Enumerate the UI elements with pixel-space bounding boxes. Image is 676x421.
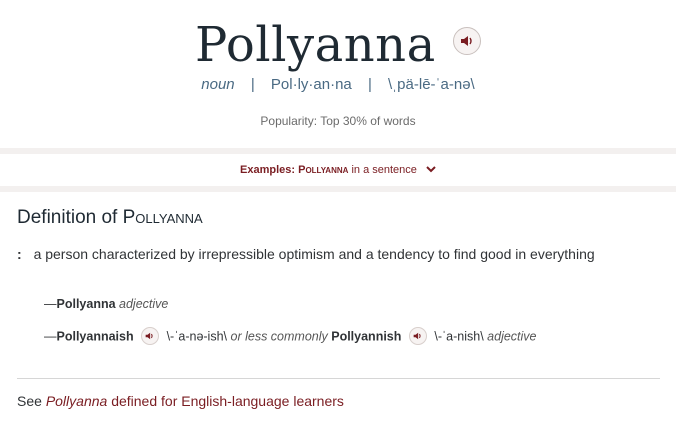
definition-colon: :	[17, 246, 22, 262]
run-on-word: Pollyanna	[56, 297, 116, 311]
chevron-down-icon	[426, 154, 436, 186]
speaker-icon	[413, 332, 421, 340]
headword-row: Pollyanna	[0, 14, 676, 76]
run-on-function-label: adjective	[119, 297, 169, 311]
pronunciation: \ˌpä-lē-ˈa-nə\	[388, 76, 475, 93]
run-on-connector: or less commonly	[230, 329, 328, 344]
learners-link[interactable]: Pollyanna defined for English-language l…	[46, 393, 344, 409]
definition-title-prefix: Definition of	[17, 207, 123, 228]
definition-sense: : a person characterized by irrepressibl…	[17, 246, 595, 262]
definition-text: a person characterized by irrepressible …	[33, 246, 595, 262]
run-on-dash: —	[44, 329, 57, 344]
part-of-speech[interactable]: noun	[201, 76, 234, 93]
pronunciation-row: noun | Pol·ly·an·na | \ˌpä-lē-ˈa-nə\	[0, 76, 676, 93]
speaker-icon	[460, 35, 472, 46]
run-on-pronunciation: \-ˈa-nə-ish\	[166, 329, 228, 344]
run-on-entry: —Pollyannaish \-ˈa-nə-ish\ or less commo…	[44, 327, 537, 346]
examples-label: Examples:	[240, 164, 296, 176]
popularity-text: Popularity: Top 30% of words	[260, 114, 416, 128]
run-on-word: Pollyannaish	[56, 329, 134, 344]
run-on-alt-word: Pollyannish	[331, 329, 402, 344]
examples-suffix: in a sentence	[348, 164, 417, 176]
run-on-dash: —	[44, 297, 57, 311]
separator: |	[250, 76, 255, 93]
run-on-entry: —Pollyanna adjective	[44, 297, 168, 311]
see-also-prefix: See	[17, 393, 46, 409]
play-audio-button[interactable]	[408, 327, 427, 345]
run-on-alt-pronunciation: \-ˈa-nish\	[434, 329, 484, 344]
examples-band: Examples: Pollyanna in a sentence	[0, 148, 676, 192]
divider	[17, 378, 660, 379]
learners-link-suffix: defined for English-language learners	[107, 393, 344, 409]
syllables: Pol·ly·an·na	[270, 76, 352, 93]
examples-link[interactable]: Examples: Pollyanna in a sentence	[0, 154, 676, 186]
definition-heading: Definition of Pollyanna	[17, 207, 203, 229]
play-audio-button[interactable]	[141, 327, 160, 345]
learners-link-row: See Pollyanna defined for English-langua…	[17, 393, 344, 409]
run-on-function-label: adjective	[487, 329, 537, 344]
separator: |	[367, 76, 372, 93]
speaker-icon	[145, 332, 153, 340]
entry-header: Pollyanna noun | Pol·ly·an·na | \ˌpä-lē-…	[0, 0, 676, 148]
headword: Pollyanna	[195, 17, 436, 73]
learners-link-word: Pollyanna	[45, 393, 108, 409]
definition-title-word: Pollyanna	[122, 207, 203, 228]
play-audio-button[interactable]	[452, 26, 481, 55]
examples-word: Pollyanna	[298, 164, 349, 176]
